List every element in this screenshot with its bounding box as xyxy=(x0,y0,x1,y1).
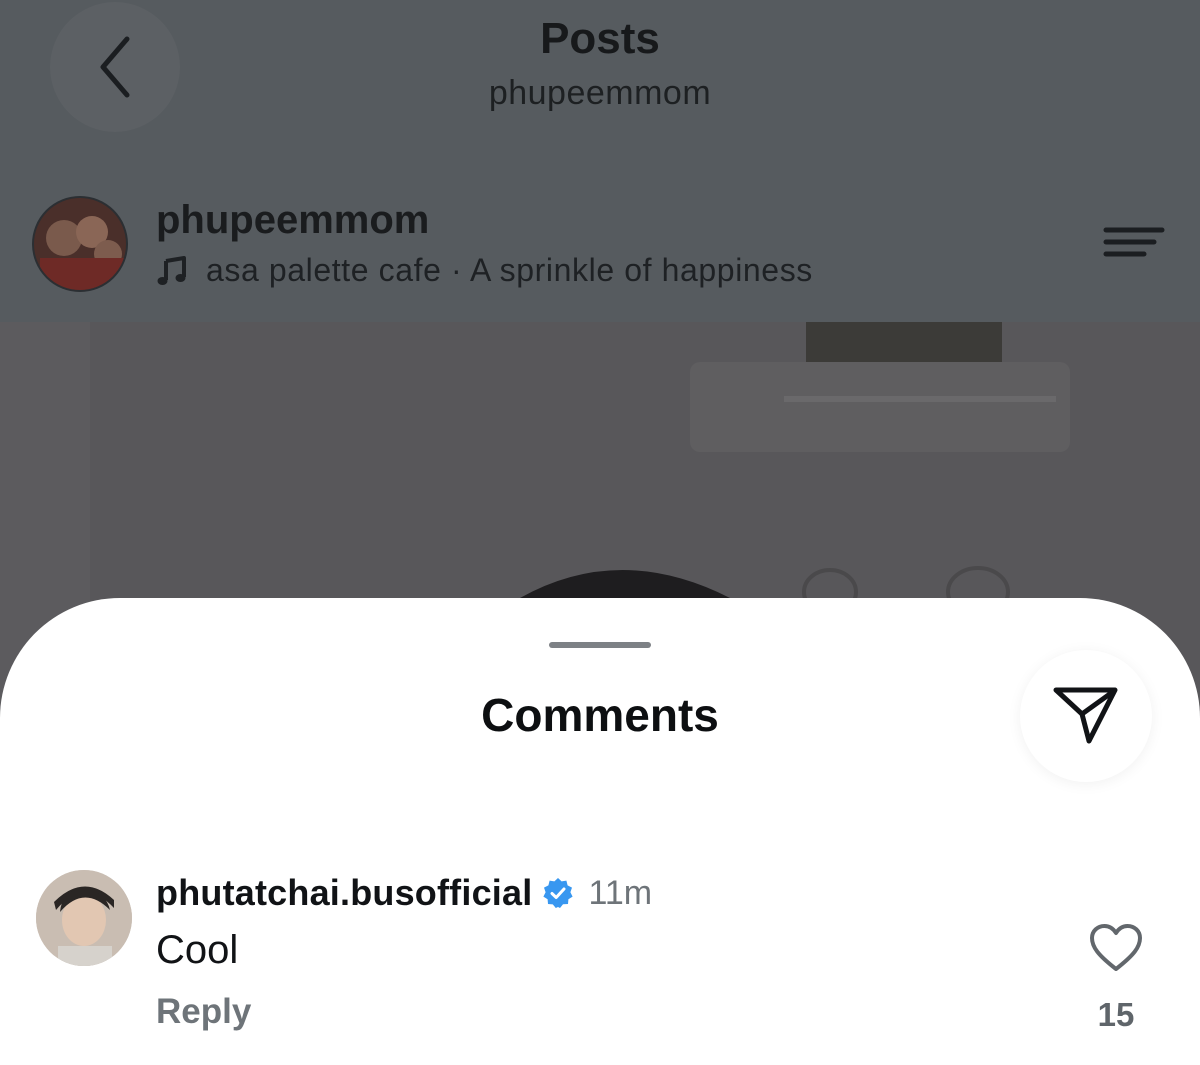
verified-badge-icon xyxy=(543,878,574,908)
send-icon xyxy=(1053,687,1118,744)
page-title: Posts xyxy=(540,14,660,63)
sheet-grabber[interactable] xyxy=(549,642,651,648)
comment-text: Cool xyxy=(156,928,239,972)
post-header: Posts phupeemmom phupeemmom asa palette … xyxy=(0,0,1200,322)
reply-button[interactable]: Reply xyxy=(156,992,251,1032)
comment-header: phutatchai.busofficial 11m xyxy=(156,872,652,914)
heart-icon[interactable] xyxy=(1088,922,1144,974)
comment-item: phutatchai.busofficial 11m Cool Reply 15 xyxy=(0,866,1200,1056)
menu-icon[interactable] xyxy=(1100,222,1168,262)
share-button[interactable] xyxy=(1020,650,1152,782)
music-info[interactable]: asa palette cafe · A sprinkle of happine… xyxy=(156,252,813,289)
commenter-avatar[interactable] xyxy=(36,870,132,966)
page-subtitle: phupeemmom xyxy=(488,74,712,112)
author-name[interactable]: phupeemmom xyxy=(156,198,429,243)
comment-timestamp: 11m xyxy=(588,873,653,912)
avatar-photo xyxy=(36,870,132,966)
comment-username[interactable]: phutatchai.busofficial xyxy=(156,872,532,914)
like-count: 15 xyxy=(1097,996,1135,1033)
music-label: asa palette cafe · A sprinkle of happine… xyxy=(206,252,813,288)
comments-sheet: Comments phutatchai.busofficial 11m Cool… xyxy=(0,598,1200,1065)
avatar-photo xyxy=(34,198,126,290)
music-note-icon xyxy=(157,255,186,285)
author-avatar[interactable] xyxy=(32,196,128,292)
